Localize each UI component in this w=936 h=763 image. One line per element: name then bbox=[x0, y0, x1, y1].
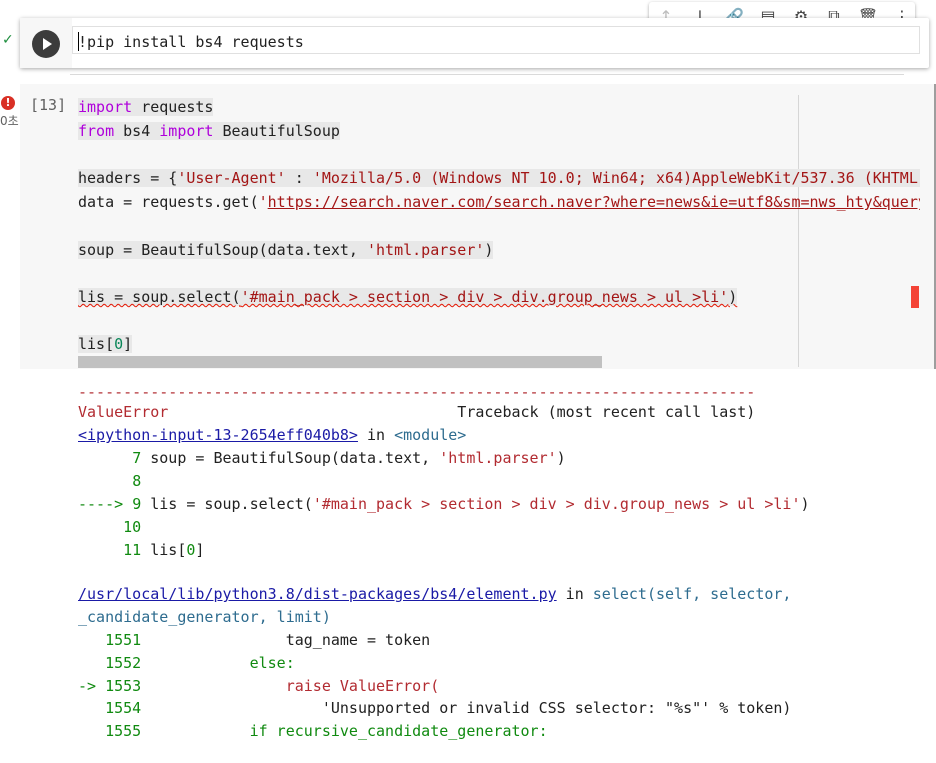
traceback-line: 1555 if recursive_candidate_generator: bbox=[105, 722, 548, 740]
code-line: data = requests.get('https://search.nave… bbox=[78, 190, 920, 214]
code-line: import requests bbox=[78, 98, 214, 116]
horizontal-scrollbar[interactable] bbox=[78, 356, 602, 368]
code-line: headers = {'User-Agent' : 'Mozilla/5.0 (… bbox=[78, 166, 920, 190]
traceback-line: ----> 9 lis = soup.select('#main_pack > … bbox=[78, 495, 810, 513]
traceback-line: 1552 else: bbox=[105, 654, 295, 672]
output-line: _candidate_generator, limit) bbox=[78, 608, 331, 626]
output-line: /usr/local/lib/python3.8/dist-packages/b… bbox=[78, 585, 792, 603]
traceback-line: 8 bbox=[132, 472, 142, 490]
traceback-link[interactable]: <ipython-input-13-2654eff040b8> bbox=[78, 426, 358, 444]
traceback-line: 11 lis[0] bbox=[123, 541, 205, 559]
traceback-line: 1554 'Unsupported or invalid CSS selecto… bbox=[105, 699, 792, 717]
traceback-line: 7 soup = BeautifulSoup(data.text, 'html.… bbox=[132, 449, 566, 467]
run-cell-button[interactable] bbox=[32, 30, 60, 58]
traceback-line: -> 1553 raise ValueError( bbox=[78, 677, 440, 695]
play-icon bbox=[43, 38, 52, 50]
code-editor[interactable]: import requests from bs4 import Beautifu… bbox=[78, 95, 920, 355]
traceback-line: 10 bbox=[123, 518, 142, 536]
url-link[interactable]: https://search.naver.com/search.naver?wh… bbox=[268, 193, 920, 211]
traceback-line: 1551 tag_name = token bbox=[105, 631, 431, 649]
code-line: !pip install bs4 requests bbox=[78, 33, 304, 51]
text-cursor bbox=[78, 32, 79, 51]
code-line: from bs4 import BeautifulSoup bbox=[78, 122, 340, 140]
code-line: soup = BeautifulSoup(data.text, 'html.pa… bbox=[78, 241, 494, 259]
code-cell-pip[interactable]: !pip install bs4 requests bbox=[20, 18, 929, 68]
output-line: <ipython-input-13-2654eff040b8> in <modu… bbox=[78, 426, 467, 444]
code-line: lis = soup.select('#main_pack > section … bbox=[78, 288, 738, 306]
error-icon[interactable]: ! bbox=[1, 96, 15, 110]
output-line: ValueError Traceback (most recent call l… bbox=[78, 403, 756, 421]
cell-divider bbox=[70, 74, 904, 75]
cell-output: ----------------------------------------… bbox=[78, 381, 928, 763]
cell-gutter bbox=[20, 18, 72, 68]
traceback-link[interactable]: /usr/local/lib/python3.8/dist-packages/b… bbox=[78, 585, 557, 603]
execution-count: [13] bbox=[30, 96, 67, 114]
execution-time: 0초 bbox=[0, 114, 19, 128]
check-icon: ✓ bbox=[2, 32, 14, 48]
code-line: lis[0] bbox=[78, 335, 133, 353]
error-marker bbox=[911, 286, 919, 308]
